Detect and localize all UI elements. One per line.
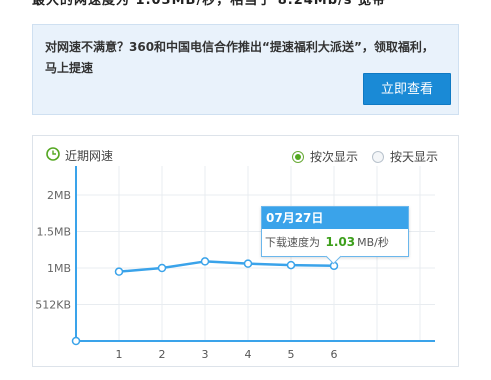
data-point [243, 259, 253, 268]
promo-banner: 对网速不满意？360和中国电信合作推出“提速福利大派送”，领取福利，马上提速 立… [32, 24, 459, 115]
tooltip-prefix: 下载速度为 [265, 236, 320, 249]
top-summary-text: 最大的网速度为 1.03MB/秒，相当于 8.24Mb/s 宽带 [32, 0, 387, 8]
tooltip-date: 07月27日 [262, 207, 408, 229]
data-point [286, 260, 296, 270]
recent-speed-panel: 近期网速 按次显示 按天显示 512KB 1MB 1.5MB 2MB 1 2 3 4 5 6 07… [32, 135, 459, 367]
data-point [200, 257, 210, 266]
x-tick-label: 5 [288, 348, 295, 361]
tooltip-value: 1.03 [325, 235, 356, 249]
y-tick-label: 2MB [47, 189, 71, 202]
x-tick-label: 4 [245, 348, 252, 361]
origin-point [71, 336, 81, 346]
data-point [157, 263, 167, 273]
x-tick-label: 6 [331, 348, 338, 361]
view-now-button[interactable]: 立即查看 [363, 73, 451, 105]
y-tick-label: 512KB [35, 299, 71, 312]
x-tick-label: 3 [202, 348, 209, 361]
y-tick-label: 1.5MB [36, 226, 71, 239]
speed-tooltip: 07月27日 下载速度为 1.03 MB/秒 [261, 206, 409, 265]
x-tick-label: 2 [159, 348, 166, 361]
x-tick-label: 1 [116, 348, 123, 361]
speed-series-line [118, 260, 335, 273]
data-point [114, 267, 124, 276]
y-tick-label: 1MB [47, 262, 71, 275]
tooltip-unit: MB/秒 [357, 236, 389, 249]
